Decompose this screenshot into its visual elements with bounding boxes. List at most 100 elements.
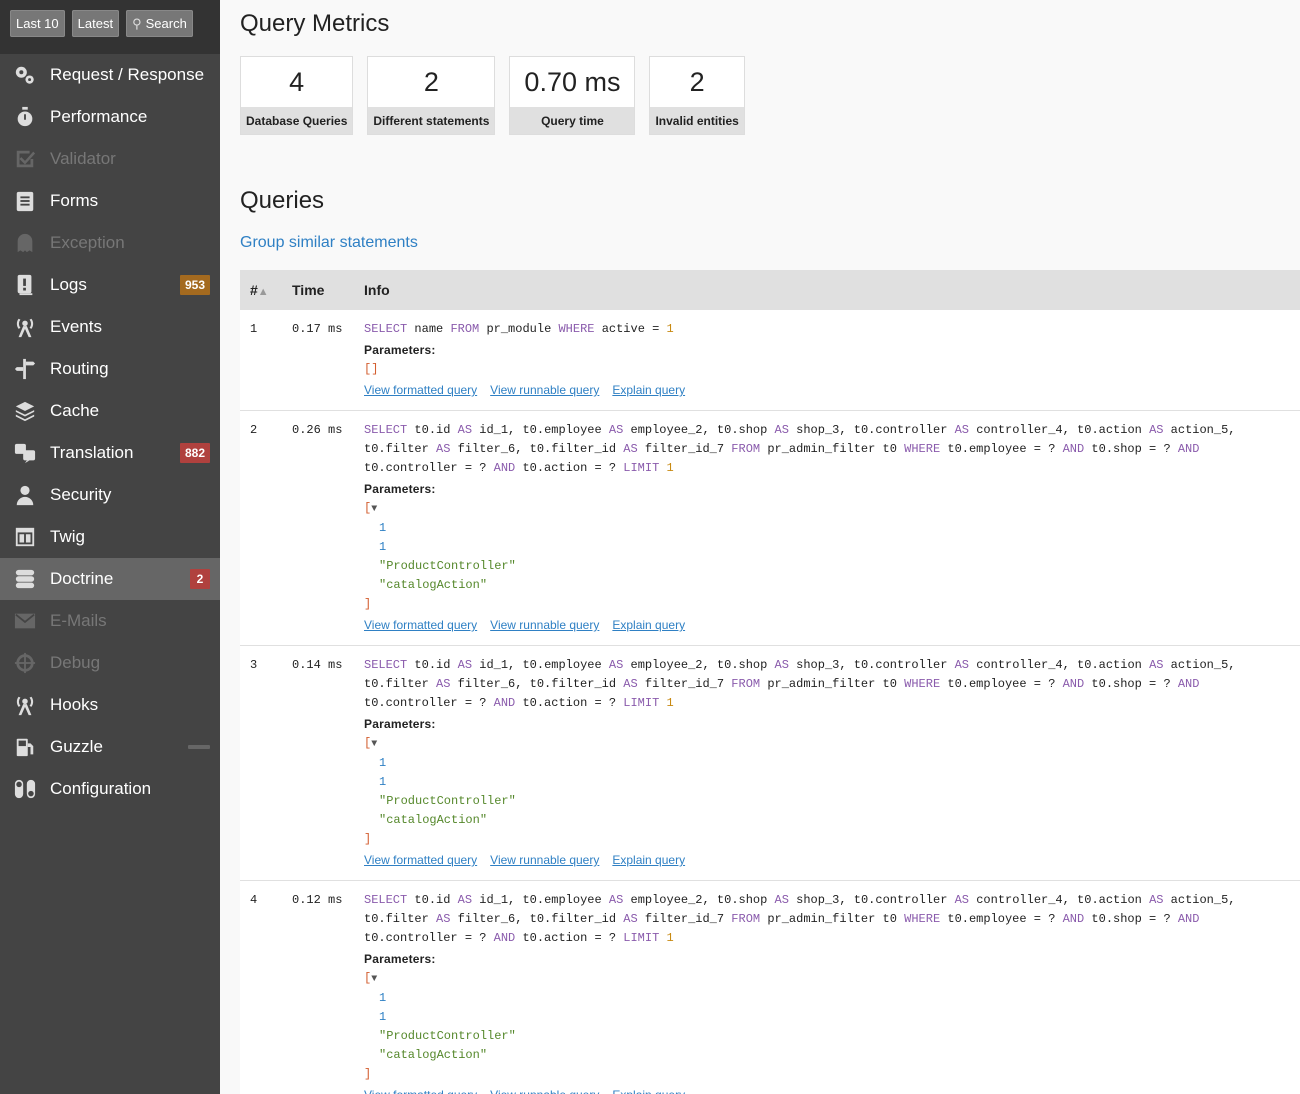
last-10-button[interactable]: Last 10: [10, 10, 65, 37]
sidebar-item-request-response[interactable]: Request / Response: [0, 54, 220, 96]
view-formatted-query-link[interactable]: View formatted query: [364, 1086, 477, 1094]
view-formatted-query-link[interactable]: View formatted query: [364, 381, 477, 400]
query-info: SELECT t0.id AS id_1, t0.employee AS emp…: [354, 410, 1300, 646]
sql-keyword: AND: [493, 696, 516, 710]
sidebar-item-logs[interactable]: Logs 953: [0, 264, 220, 306]
sidebar-item-doctrine[interactable]: Doctrine 2: [0, 558, 220, 600]
sql-keyword: AS: [457, 893, 473, 907]
sql-keyword: AND: [493, 461, 516, 475]
sidebar-item-hooks[interactable]: Hooks: [0, 684, 220, 726]
sql-keyword: AS: [623, 677, 638, 691]
sidebar-item-cache[interactable]: Cache: [0, 390, 220, 432]
collapse-toggle-icon[interactable]: ▼: [371, 974, 377, 985]
explain-query-link[interactable]: Explain query: [612, 616, 685, 635]
layers-icon: [13, 399, 37, 423]
sidebar: Last 10 Latest ⚲ Search Request / Respon…: [0, 0, 220, 1094]
param-value: 1: [379, 991, 387, 1005]
explain-query-link[interactable]: Explain query: [612, 1086, 685, 1094]
group-similar-link[interactable]: Group similar statements: [240, 234, 1300, 252]
sidebar-item-validator[interactable]: Validator: [0, 138, 220, 180]
table-row: 3 0.14 ms SELECT t0.id AS id_1, t0.employe…: [240, 645, 1300, 881]
metric-label: Query time: [541, 113, 604, 128]
params-open[interactable]: [▼: [364, 499, 1290, 519]
sidebar-item-security[interactable]: Security: [0, 474, 220, 516]
params-open[interactable]: [▼: [364, 969, 1290, 989]
parameters-label: Parameters:: [364, 717, 436, 731]
toggles-icon: [13, 777, 37, 801]
sidebar-item-events[interactable]: Events: [0, 306, 220, 348]
col-time-header: Time: [282, 270, 354, 310]
sidebar-item-label: Routing: [50, 359, 109, 378]
query-info: SELECT name FROM pr_module WHERE active …: [354, 310, 1300, 411]
form-icon: [13, 189, 37, 213]
sql-keyword: AND: [1062, 677, 1085, 691]
sql-keyword: LIMIT: [623, 461, 660, 475]
sidebar-item-label: Validator: [50, 149, 116, 168]
param-value: 1: [379, 540, 387, 554]
fuel-icon: [13, 735, 37, 759]
query-time: 0.14 ms: [282, 645, 354, 881]
view-formatted-query-link[interactable]: View formatted query: [364, 616, 477, 635]
sql-keyword: AS: [1149, 893, 1164, 907]
params-open[interactable]: [▼: [364, 734, 1290, 754]
param-value: "ProductController": [379, 559, 516, 573]
table-row: 1 0.17 ms SELECT name FROM pr_module WHERE…: [240, 310, 1300, 411]
table-header-row: #▲ Time Info: [240, 270, 1300, 310]
metric-value: 0.70 ms: [510, 57, 635, 107]
sql-keyword: AS: [457, 423, 473, 437]
sidebar-item-twig[interactable]: Twig: [0, 516, 220, 558]
view-runnable-query-link[interactable]: View runnable query: [490, 616, 599, 635]
sql-keyword: AND: [1177, 912, 1200, 926]
sidebar-item-exception[interactable]: Exception: [0, 222, 220, 264]
sidebar-item-label: Configuration: [50, 779, 152, 798]
sql-number: 1: [666, 461, 674, 475]
count-badge: 2: [190, 569, 210, 589]
view-runnable-query-link[interactable]: View runnable query: [490, 851, 599, 870]
sidebar-item-routing[interactable]: Routing: [0, 348, 220, 390]
sidebar-item-configuration[interactable]: Configuration: [0, 768, 220, 810]
sidebar-item-forms[interactable]: Forms: [0, 180, 220, 222]
sql-line: t0.filter AS filter_6, t0.filter_id AS f…: [364, 912, 1200, 926]
sql-keyword: WHERE: [558, 322, 595, 336]
metric-label: Different statements: [373, 113, 490, 128]
sidebar-item-label: Events: [50, 317, 102, 336]
sql-keyword: LIMIT: [623, 931, 660, 945]
metric-value: 2: [368, 57, 495, 107]
sidebar-item-guzzle[interactable]: Guzzle: [0, 726, 220, 768]
signpost-icon: [13, 357, 37, 381]
explain-query-link[interactable]: Explain query: [612, 851, 685, 870]
sidebar-item-performance[interactable]: Performance: [0, 96, 220, 138]
empty-params: []: [364, 362, 379, 376]
antenna-icon: [13, 315, 37, 339]
view-runnable-query-link[interactable]: View runnable query: [490, 381, 599, 400]
sql-keyword: AND: [1062, 442, 1085, 456]
stopwatch-icon: [13, 105, 37, 129]
sidebar-item-e-mails[interactable]: E-Mails: [0, 600, 220, 642]
database-icon: [13, 567, 37, 591]
user-icon: [13, 483, 37, 507]
bracket-close: ]: [364, 1067, 372, 1081]
sidebar-item-debug[interactable]: Debug: [0, 642, 220, 684]
sidebar-item-label: Forms: [50, 191, 99, 210]
query-number: 1: [240, 310, 282, 411]
view-runnable-query-link[interactable]: View runnable query: [490, 1086, 599, 1094]
view-formatted-query-link[interactable]: View formatted query: [364, 851, 477, 870]
latest-button[interactable]: Latest: [71, 10, 120, 37]
bracket-close: ]: [364, 597, 372, 611]
query-links: View formatted query View runnable query E…: [364, 851, 1290, 870]
sidebar-item-label: Logs: [50, 275, 87, 294]
col-info-header: Info: [354, 270, 1300, 310]
shortcuts-bar: Last 10 Latest ⚲ Search: [0, 0, 220, 54]
sql-line: t0.controller = ? AND t0.action = ? LIMI…: [364, 696, 674, 710]
collapse-toggle-icon[interactable]: ▼: [371, 504, 377, 515]
col-number-header[interactable]: #▲: [240, 270, 282, 310]
collapse-toggle-icon[interactable]: ▼: [371, 739, 377, 750]
sidebar-item-label: Twig: [50, 527, 85, 546]
explain-query-link[interactable]: Explain query: [612, 381, 685, 400]
query-info: SELECT t0.id AS id_1, t0.employee AS emp…: [354, 645, 1300, 881]
sql-keyword: AS: [774, 893, 789, 907]
sql-number: 1: [666, 322, 674, 336]
sidebar-item-translation[interactable]: Translation 882: [0, 432, 220, 474]
search-button[interactable]: ⚲ Search: [126, 10, 193, 37]
sql-line: t0.controller = ? AND t0.action = ? LIMI…: [364, 931, 674, 945]
